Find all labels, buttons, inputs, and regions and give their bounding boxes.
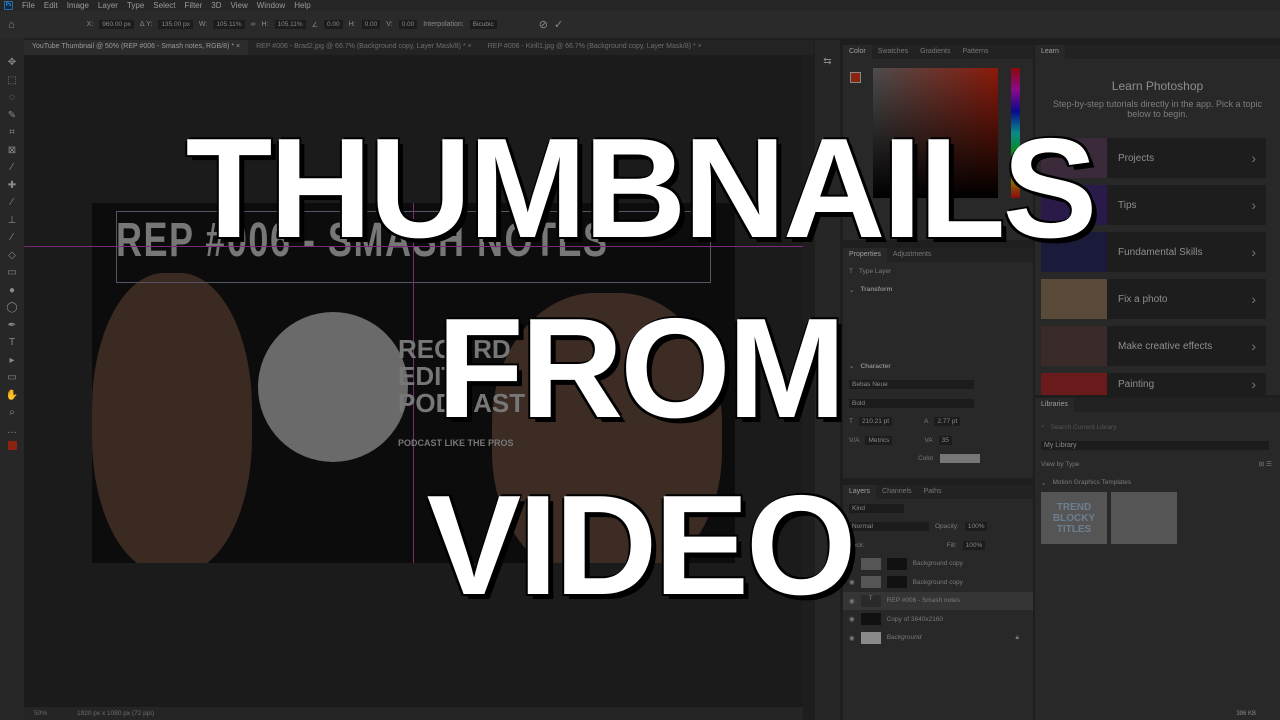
options-bar: ⌂ X: 960.00 px Δ Y: 135.00 px W: 105.11% ∞ … <box>0 11 1280 38</box>
tab-learn[interactable]: Learn <box>1035 45 1065 59</box>
tab-brad2[interactable]: REP #006 - Brad2.jpg @ 66.7% (Background… <box>248 40 480 55</box>
commit-icon[interactable]: ✓ <box>554 18 563 31</box>
history-panel-icon[interactable]: ⇆ <box>815 56 840 67</box>
menu-select[interactable]: Select <box>153 1 175 10</box>
tab-color[interactable]: Color <box>843 45 872 59</box>
menu-type[interactable]: Type <box>127 1 144 10</box>
angle-field[interactable]: 0.00 <box>323 20 343 29</box>
layer-kind: Type Layer <box>858 267 892 275</box>
menu-3d[interactable]: 3D <box>211 1 221 10</box>
hskew-field[interactable]: 0.00 <box>361 20 381 29</box>
y-field[interactable]: 135.00 px <box>158 20 193 29</box>
vskew-field[interactable]: 0.00 <box>398 20 418 29</box>
photoshop-logo: Ps <box>4 1 13 10</box>
cancel-icon[interactable]: ⊘ <box>539 18 548 31</box>
overlay-title-line-1: THUMBNAILS <box>185 109 1098 268</box>
tab-patterns[interactable]: Patterns <box>956 45 994 59</box>
interpolation-label: Interpolation: <box>423 21 464 28</box>
lasso-tool-icon[interactable]: ◌ <box>0 89 24 107</box>
tab-swatches[interactable]: Swatches <box>872 45 914 59</box>
x-field[interactable]: 960.00 px <box>99 20 134 29</box>
text-color-swatch[interactable] <box>939 454 980 464</box>
menu-help[interactable]: Help <box>294 1 310 10</box>
menu-edit[interactable]: Edit <box>44 1 58 10</box>
gradient-tool-icon[interactable]: ▭ <box>0 264 24 282</box>
interpolation-select[interactable]: Bicubic <box>469 20 497 29</box>
zoom-level[interactable]: 50% <box>34 710 47 717</box>
color-label: Color <box>918 455 934 463</box>
tab-youtube-thumbnail[interactable]: YouTube Thumbnail @ 50% (REP #006 - Smas… <box>24 40 249 55</box>
menu-window[interactable]: Window <box>257 1 285 10</box>
tab-kirill1[interactable]: REP #006 - Kirill1.jpg @ 66.7% (Backgrou… <box>480 40 710 55</box>
tab-gradients[interactable]: Gradients <box>914 45 956 59</box>
move-tool-icon[interactable]: ✥ <box>0 54 24 72</box>
menu-image[interactable]: Image <box>67 1 89 10</box>
overlay-title-line-2: FROM <box>436 289 846 448</box>
marquee-tool-icon[interactable]: ⬚ <box>0 72 24 90</box>
view-by-type-select[interactable]: View by Type <box>1041 461 1079 468</box>
library-select[interactable]: My Library <box>1041 441 1269 451</box>
eye-icon[interactable]: ◉ <box>849 634 855 642</box>
blur-tool-icon[interactable]: ● <box>0 282 24 300</box>
w-field[interactable]: 105.11% <box>213 20 245 29</box>
overlay-title-line-3: VIDEO <box>426 466 857 625</box>
lock-icon: 🔒︎ <box>1015 633 1019 641</box>
menu-bar: Ps File Edit Image Layer Type Select Fil… <box>0 0 1280 11</box>
grid-view-icon[interactable]: ⊞ ☰ <box>1259 460 1272 468</box>
color-swatches-icon[interactable] <box>0 439 24 457</box>
h-field[interactable]: 105.11% <box>274 20 306 29</box>
layer-row[interactable]: ◉ Background 🔒︎ <box>843 629 1033 648</box>
type-layer-icon: T <box>849 267 853 275</box>
foreground-color-swatch[interactable] <box>850 72 861 83</box>
menu-view[interactable]: View <box>231 1 248 10</box>
menu-file[interactable]: File <box>22 1 35 10</box>
library-size: 396 KB <box>1236 711 1256 717</box>
learn-title: Learn Photoshop <box>1111 79 1204 93</box>
menu-layer[interactable]: Layer <box>98 1 118 10</box>
home-icon[interactable]: ⌂ <box>8 19 15 31</box>
status-bar: 50% 1920 px x 1080 px (72 ppi) <box>24 707 803 720</box>
link-icon[interactable]: ∞ <box>251 21 256 28</box>
transform-section[interactable]: Transform <box>860 286 892 293</box>
document-tabs: YouTube Thumbnail @ 50% (REP #006 - Smas… <box>24 40 814 55</box>
menu-filter[interactable]: Filter <box>185 1 203 10</box>
document-size: 1920 px x 1080 px (72 ppi) <box>77 710 154 717</box>
